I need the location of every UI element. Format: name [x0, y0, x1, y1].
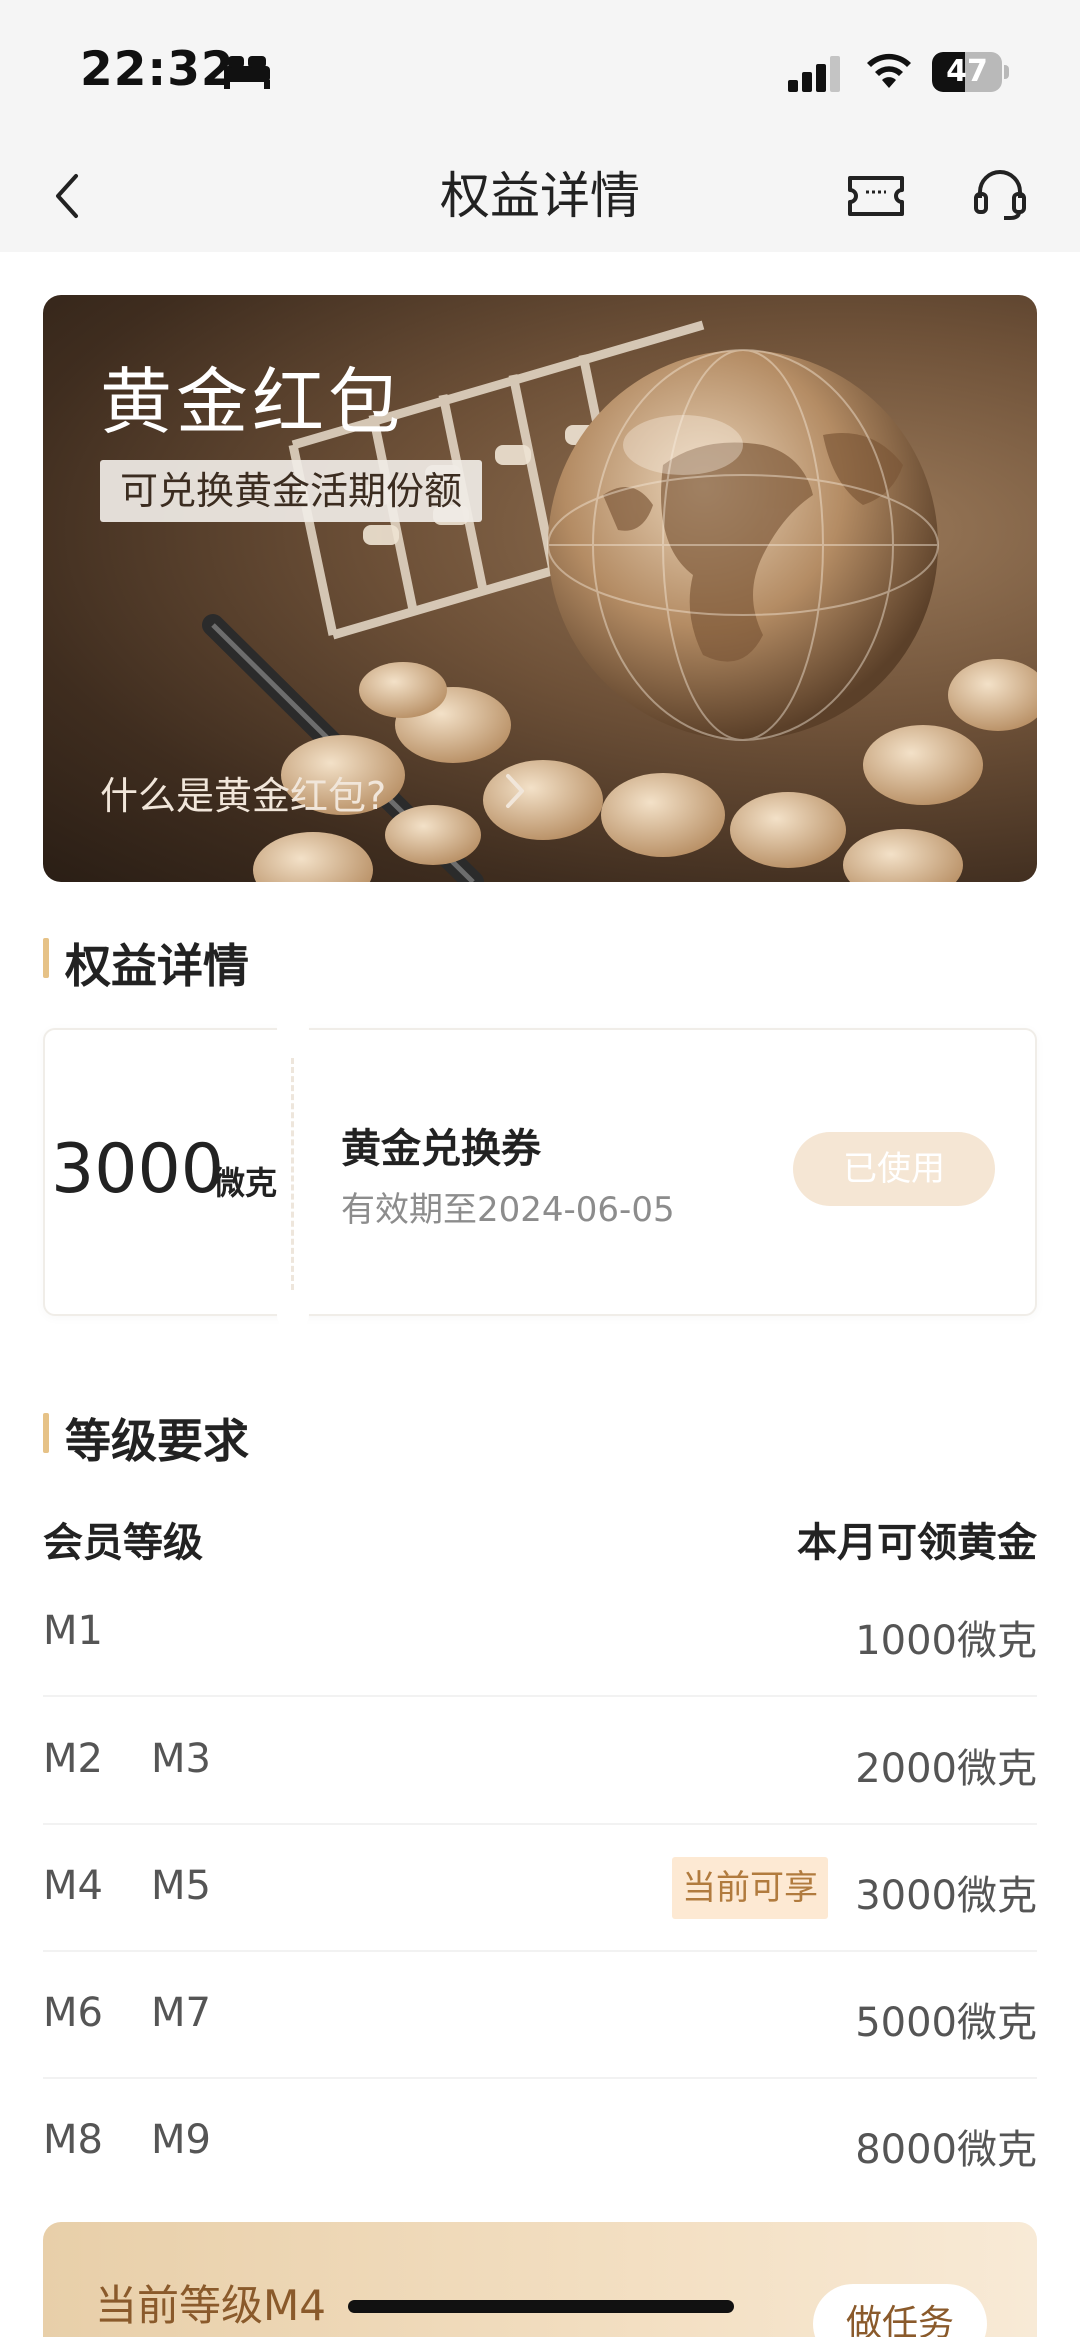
battery-level-text: 47 — [946, 54, 988, 89]
coupon-unit: 微克 — [213, 1164, 278, 1202]
level-gold-amount: 5000微克 — [855, 2000, 1037, 2046]
what-is-gold-red-packet-link[interactable]: 什么是黄金红包? — [100, 765, 386, 820]
status-time: 22:32 — [80, 42, 235, 97]
level-label: M7 — [151, 1990, 211, 2036]
level-gold-amount: 8000微克 — [855, 2127, 1037, 2173]
level-label: M5 — [151, 1863, 211, 1909]
benefit-section-title-text: 权益详情 — [65, 939, 249, 993]
sleep-focus-icon — [224, 56, 270, 89]
member-level-column-header: 会员等级 — [43, 1520, 203, 1566]
back-chevron-icon[interactable] — [48, 166, 88, 226]
home-indicator[interactable] — [348, 2300, 734, 2313]
level-label: M3 — [151, 1736, 211, 1782]
coupon-ticket-icon[interactable] — [846, 170, 906, 222]
coupon-divider — [291, 1058, 294, 1290]
level-label: M1 — [43, 1608, 103, 1654]
section-accent-bar — [43, 1413, 49, 1453]
coupon-notch — [277, 1013, 309, 1045]
current-level-card: 当前等级M4 做任务 — [43, 2222, 1037, 2337]
banner-title: 黄金红包 — [100, 360, 405, 444]
current-level-text: 当前等级M4 — [95, 2281, 326, 2330]
level-label: M6 — [43, 1990, 103, 2036]
do-task-button[interactable]: 做任务 — [813, 2284, 987, 2337]
level-row: M6 M7 5000微克 — [43, 1952, 1037, 2079]
currently-eligible-badge: 当前可享 — [672, 1857, 828, 1919]
level-section-title: 等级要求 — [43, 1405, 249, 1471]
level-label: M8 — [43, 2117, 103, 2163]
level-label: M4 — [43, 1863, 103, 1909]
monthly-gold-column-header: 本月可领黄金 — [797, 1520, 1037, 1566]
level-label: M2 — [43, 1736, 103, 1782]
coupon-expiry: 有效期至2024-06-05 — [341, 1190, 675, 1230]
gold-exchange-coupon-card: 3000 微克 黄金兑换券 有效期至2024-06-05 已使用 — [43, 1013, 1037, 1331]
customer-service-headset-icon[interactable] — [972, 166, 1028, 222]
section-accent-bar — [43, 938, 49, 978]
level-gold-amount: 3000微克 — [855, 1873, 1037, 1919]
level-gold-amount: 1000微克 — [855, 1618, 1037, 1664]
level-row: M1 1000微克 — [43, 1570, 1037, 1697]
level-row: M8 M9 8000微克 — [43, 2079, 1037, 2206]
level-row: M2 M3 2000微克 — [43, 1698, 1037, 1825]
wifi-icon — [867, 53, 911, 88]
page-title: 权益详情 — [440, 167, 640, 225]
level-row-current: M4 M5 当前可享 3000微克 — [43, 1825, 1037, 1952]
level-gold-amount: 2000微克 — [855, 1746, 1037, 1792]
level-table-header: 会员等级 本月可领黄金 — [43, 1510, 1037, 1570]
coupon-notch — [277, 1299, 309, 1331]
cellular-signal-icon — [788, 56, 840, 92]
status-bar: 22:32 47 — [0, 0, 1080, 140]
battery-indicator: 47 — [932, 52, 1009, 92]
banner-subtitle-tag: 可兑换黄金活期份额 — [100, 460, 483, 522]
level-label: M9 — [151, 2117, 211, 2163]
chevron-right-icon[interactable] — [503, 771, 527, 811]
gold-red-packet-banner: 黄金红包 可兑换黄金活期份额 什么是黄金红包? — [43, 295, 1037, 882]
coupon-used-status-button: 已使用 — [793, 1132, 995, 1206]
coupon-name: 黄金兑换券 — [341, 1126, 541, 1172]
navigation-bar: 权益详情 — [0, 140, 1080, 252]
coupon-amount: 3000 — [51, 1130, 225, 1209]
benefit-section-title: 权益详情 — [43, 930, 249, 996]
level-section-title-text: 等级要求 — [65, 1414, 249, 1468]
